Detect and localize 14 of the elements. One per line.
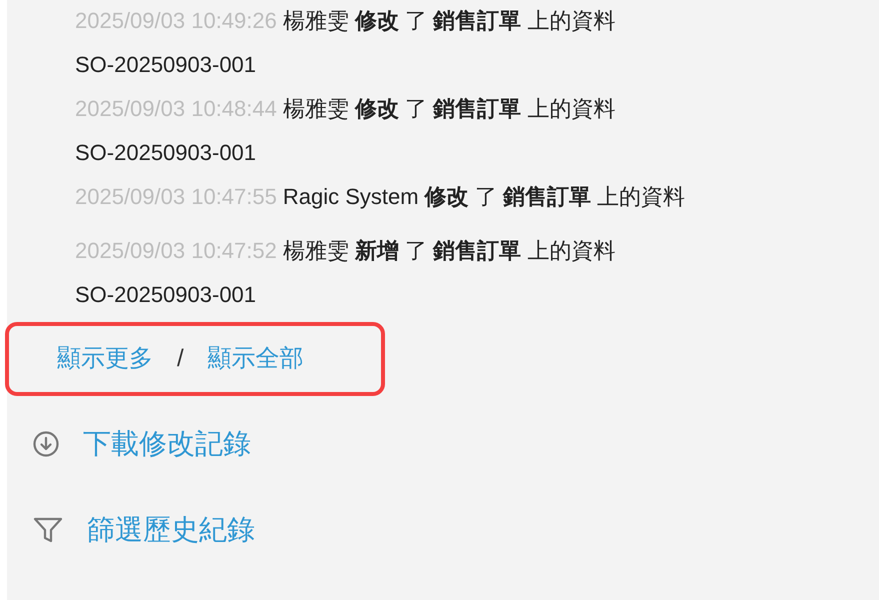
filter-icon (33, 517, 63, 543)
log-message: 楊雅雯 修改 了 銷售訂單 上的資料 (282, 94, 616, 122)
show-all-link[interactable]: 顯示全部 (208, 341, 304, 377)
log-message: 楊雅雯 新增 了 銷售訂單 上的資料 (282, 236, 616, 264)
filter-history-link[interactable]: 篩選歷史紀錄 (87, 509, 255, 551)
record-id: SO-20250903-001 (75, 50, 256, 78)
record-id: SO-20250903-001 (75, 280, 256, 308)
download-history-link[interactable]: 下載修改記錄 (83, 423, 251, 465)
log-message: Ragic System 修改 了 銷售訂單 上的資料 (282, 182, 686, 211)
record-id: SO-20250903-001 (75, 138, 256, 166)
separator: / (177, 344, 184, 374)
download-icon (33, 431, 59, 457)
show-more-link[interactable]: 顯示更多 (57, 341, 153, 377)
log-message: 楊雅雯 修改 了 銷售訂單 上的資料 (282, 6, 616, 34)
